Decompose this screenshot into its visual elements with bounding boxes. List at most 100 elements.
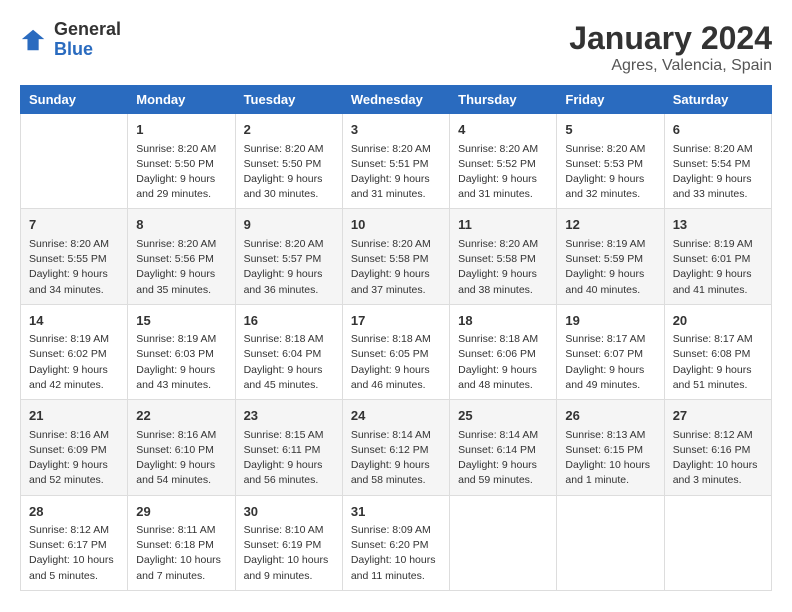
day-number: 29 (136, 502, 226, 522)
day-number: 31 (351, 502, 441, 522)
day-number: 25 (458, 406, 548, 426)
day-info: Sunrise: 8:10 AMSunset: 6:19 PMDaylight:… (244, 523, 334, 584)
day-header-sunday: Sunday (21, 86, 128, 114)
day-cell: 26Sunrise: 8:13 AMSunset: 6:15 PMDayligh… (557, 400, 664, 495)
calendar-body: 1Sunrise: 8:20 AMSunset: 5:50 PMDaylight… (21, 114, 772, 591)
day-header-wednesday: Wednesday (342, 86, 449, 114)
day-info: Sunrise: 8:16 AMSunset: 6:10 PMDaylight:… (136, 428, 226, 489)
day-number: 17 (351, 311, 441, 331)
day-info: Sunrise: 8:12 AMSunset: 6:16 PMDaylight:… (673, 428, 763, 489)
day-header-thursday: Thursday (450, 86, 557, 114)
logo-general: General (54, 20, 121, 40)
day-cell (557, 495, 664, 590)
day-cell: 1Sunrise: 8:20 AMSunset: 5:50 PMDaylight… (128, 114, 235, 209)
day-number: 27 (673, 406, 763, 426)
logo: General Blue (20, 20, 121, 60)
day-header-monday: Monday (128, 86, 235, 114)
day-info: Sunrise: 8:18 AMSunset: 6:05 PMDaylight:… (351, 332, 441, 393)
week-row-3: 14Sunrise: 8:19 AMSunset: 6:02 PMDayligh… (21, 304, 772, 399)
day-number: 6 (673, 120, 763, 140)
day-cell: 4Sunrise: 8:20 AMSunset: 5:52 PMDaylight… (450, 114, 557, 209)
day-info: Sunrise: 8:19 AMSunset: 6:03 PMDaylight:… (136, 332, 226, 393)
day-header-friday: Friday (557, 86, 664, 114)
day-info: Sunrise: 8:17 AMSunset: 6:08 PMDaylight:… (673, 332, 763, 393)
logo-blue: Blue (54, 40, 121, 60)
day-number: 10 (351, 215, 441, 235)
logo-icon (20, 26, 48, 54)
day-info: Sunrise: 8:20 AMSunset: 5:55 PMDaylight:… (29, 237, 119, 298)
day-cell: 9Sunrise: 8:20 AMSunset: 5:57 PMDaylight… (235, 209, 342, 304)
day-cell: 28Sunrise: 8:12 AMSunset: 6:17 PMDayligh… (21, 495, 128, 590)
day-number: 18 (458, 311, 548, 331)
day-cell: 2Sunrise: 8:20 AMSunset: 5:50 PMDaylight… (235, 114, 342, 209)
day-cell: 18Sunrise: 8:18 AMSunset: 6:06 PMDayligh… (450, 304, 557, 399)
logo-text: General Blue (54, 20, 121, 60)
day-cell: 23Sunrise: 8:15 AMSunset: 6:11 PMDayligh… (235, 400, 342, 495)
day-cell: 20Sunrise: 8:17 AMSunset: 6:08 PMDayligh… (664, 304, 771, 399)
day-cell: 31Sunrise: 8:09 AMSunset: 6:20 PMDayligh… (342, 495, 449, 590)
day-number: 26 (565, 406, 655, 426)
day-cell: 5Sunrise: 8:20 AMSunset: 5:53 PMDaylight… (557, 114, 664, 209)
day-number: 16 (244, 311, 334, 331)
day-cell: 7Sunrise: 8:20 AMSunset: 5:55 PMDaylight… (21, 209, 128, 304)
day-cell: 12Sunrise: 8:19 AMSunset: 5:59 PMDayligh… (557, 209, 664, 304)
day-info: Sunrise: 8:14 AMSunset: 6:12 PMDaylight:… (351, 428, 441, 489)
day-cell: 10Sunrise: 8:20 AMSunset: 5:58 PMDayligh… (342, 209, 449, 304)
day-number: 30 (244, 502, 334, 522)
day-number: 14 (29, 311, 119, 331)
day-info: Sunrise: 8:19 AMSunset: 5:59 PMDaylight:… (565, 237, 655, 298)
day-number: 23 (244, 406, 334, 426)
day-number: 5 (565, 120, 655, 140)
day-cell (450, 495, 557, 590)
day-number: 22 (136, 406, 226, 426)
day-cell: 13Sunrise: 8:19 AMSunset: 6:01 PMDayligh… (664, 209, 771, 304)
week-row-4: 21Sunrise: 8:16 AMSunset: 6:09 PMDayligh… (21, 400, 772, 495)
day-number: 15 (136, 311, 226, 331)
main-title: January 2024 (569, 20, 772, 57)
week-row-2: 7Sunrise: 8:20 AMSunset: 5:55 PMDaylight… (21, 209, 772, 304)
day-info: Sunrise: 8:18 AMSunset: 6:06 PMDaylight:… (458, 332, 548, 393)
day-cell (21, 114, 128, 209)
day-cell: 22Sunrise: 8:16 AMSunset: 6:10 PMDayligh… (128, 400, 235, 495)
day-number: 20 (673, 311, 763, 331)
day-number: 8 (136, 215, 226, 235)
day-number: 11 (458, 215, 548, 235)
day-info: Sunrise: 8:14 AMSunset: 6:14 PMDaylight:… (458, 428, 548, 489)
day-number: 2 (244, 120, 334, 140)
day-info: Sunrise: 8:20 AMSunset: 5:57 PMDaylight:… (244, 237, 334, 298)
day-cell: 6Sunrise: 8:20 AMSunset: 5:54 PMDaylight… (664, 114, 771, 209)
day-cell: 11Sunrise: 8:20 AMSunset: 5:58 PMDayligh… (450, 209, 557, 304)
day-cell: 17Sunrise: 8:18 AMSunset: 6:05 PMDayligh… (342, 304, 449, 399)
day-cell (664, 495, 771, 590)
day-number: 19 (565, 311, 655, 331)
day-number: 1 (136, 120, 226, 140)
subtitle: Agres, Valencia, Spain (569, 57, 772, 75)
calendar-table: SundayMondayTuesdayWednesdayThursdayFrid… (20, 85, 772, 591)
day-info: Sunrise: 8:13 AMSunset: 6:15 PMDaylight:… (565, 428, 655, 489)
day-info: Sunrise: 8:16 AMSunset: 6:09 PMDaylight:… (29, 428, 119, 489)
day-number: 24 (351, 406, 441, 426)
page-header: General Blue January 2024 Agres, Valenci… (20, 20, 772, 75)
day-info: Sunrise: 8:20 AMSunset: 5:58 PMDaylight:… (458, 237, 548, 298)
day-info: Sunrise: 8:20 AMSunset: 5:52 PMDaylight:… (458, 142, 548, 203)
day-info: Sunrise: 8:15 AMSunset: 6:11 PMDaylight:… (244, 428, 334, 489)
day-info: Sunrise: 8:12 AMSunset: 6:17 PMDaylight:… (29, 523, 119, 584)
day-cell: 29Sunrise: 8:11 AMSunset: 6:18 PMDayligh… (128, 495, 235, 590)
day-cell: 24Sunrise: 8:14 AMSunset: 6:12 PMDayligh… (342, 400, 449, 495)
day-number: 4 (458, 120, 548, 140)
day-number: 7 (29, 215, 119, 235)
day-header-saturday: Saturday (664, 86, 771, 114)
day-info: Sunrise: 8:09 AMSunset: 6:20 PMDaylight:… (351, 523, 441, 584)
day-info: Sunrise: 8:20 AMSunset: 5:51 PMDaylight:… (351, 142, 441, 203)
calendar-header: SundayMondayTuesdayWednesdayThursdayFrid… (21, 86, 772, 114)
header-row: SundayMondayTuesdayWednesdayThursdayFrid… (21, 86, 772, 114)
day-info: Sunrise: 8:20 AMSunset: 5:53 PMDaylight:… (565, 142, 655, 203)
day-info: Sunrise: 8:11 AMSunset: 6:18 PMDaylight:… (136, 523, 226, 584)
day-info: Sunrise: 8:20 AMSunset: 5:50 PMDaylight:… (136, 142, 226, 203)
day-cell: 8Sunrise: 8:20 AMSunset: 5:56 PMDaylight… (128, 209, 235, 304)
day-info: Sunrise: 8:19 AMSunset: 6:02 PMDaylight:… (29, 332, 119, 393)
day-number: 21 (29, 406, 119, 426)
day-cell: 14Sunrise: 8:19 AMSunset: 6:02 PMDayligh… (21, 304, 128, 399)
day-number: 3 (351, 120, 441, 140)
week-row-1: 1Sunrise: 8:20 AMSunset: 5:50 PMDaylight… (21, 114, 772, 209)
